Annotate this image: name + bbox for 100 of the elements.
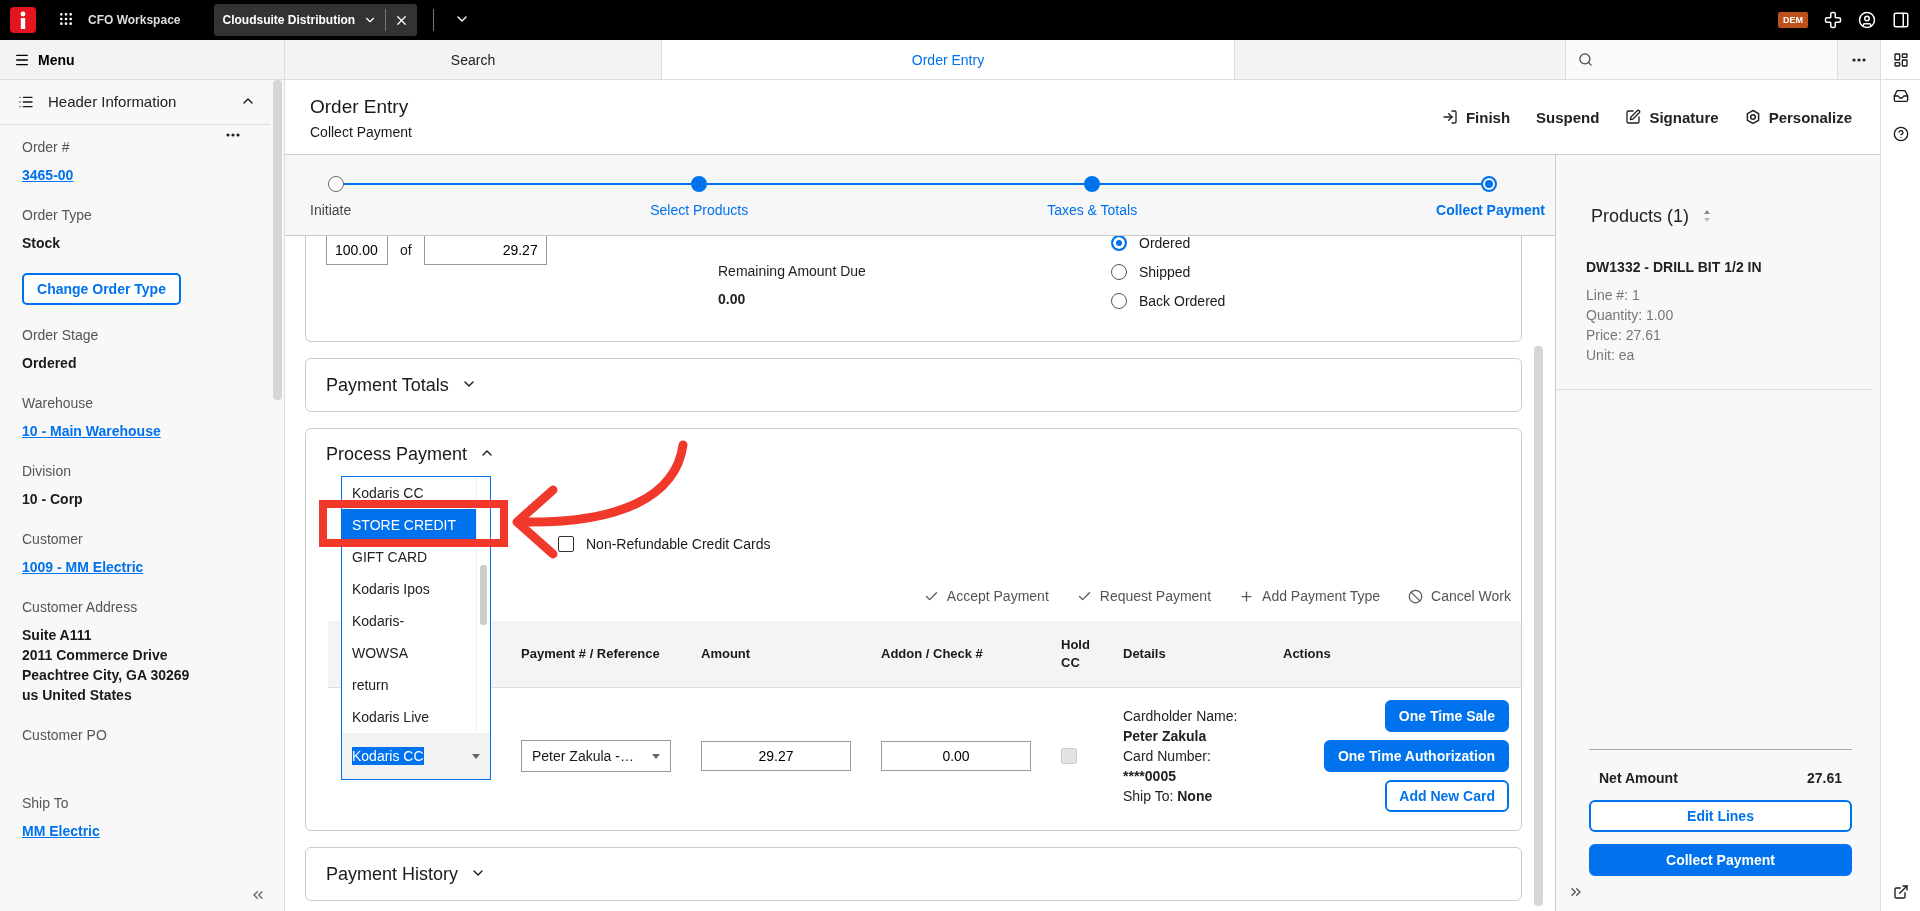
tab[interactable]: Order Entry	[662, 40, 1235, 79]
product-detail: Line #: 1	[1586, 286, 1641, 305]
stage-radio[interactable]: Ordered	[1111, 236, 1501, 251]
more-icon[interactable]	[226, 133, 240, 137]
field-value: 10 - Corp	[22, 490, 84, 509]
payment-action[interactable]: Request Payment	[1076, 586, 1212, 606]
payment-action[interactable]: Cancel Work	[1408, 586, 1511, 606]
column-header: Payment # / Reference	[521, 645, 660, 663]
stage-radio[interactable]: Back Ordered	[1111, 293, 1501, 309]
of-label: of	[400, 241, 412, 260]
panel-button[interactable]: Edit Lines	[1589, 800, 1852, 832]
toolbar-action[interactable]: Suspend	[1536, 108, 1600, 126]
address-text: Suite A111 2011 Commerce Drive Peachtree City, GA 30269 us United States	[22, 626, 191, 705]
page-subtitle: Collect Payment	[310, 124, 412, 140]
field-value: Stock	[22, 234, 62, 253]
detail-text: Card Number:	[1123, 747, 1212, 766]
user-icon[interactable]	[1858, 11, 1876, 29]
section-title: Header Information	[48, 92, 177, 112]
payment-action[interactable]: Add Payment Type	[1239, 586, 1381, 606]
type-dropdown[interactable]: Kodaris CC STORE CREDIT GIFT CARD Kodaris Ipos Kodaris- WOWSA return Kodaris Live Kodaris CC	[341, 476, 491, 780]
field-link[interactable]: 3465-00	[22, 167, 74, 183]
net-label: Net Amount	[1599, 769, 1678, 788]
toolbar-action[interactable]: Signature	[1625, 108, 1719, 126]
scrollbar-thumb[interactable]	[272, 80, 282, 400]
caret-icon	[652, 753, 660, 759]
step-label: Collect Payment	[1436, 202, 1545, 218]
workspace-name: CFO Workspace	[88, 13, 181, 27]
step-label: Select Products	[650, 202, 749, 218]
section-title: Payment Totals	[326, 374, 449, 396]
panel-icon[interactable]	[1892, 11, 1910, 29]
layout-icon[interactable]	[1892, 51, 1909, 68]
panel-button[interactable]: Collect Payment	[1589, 844, 1852, 876]
product-name: DW1332 - DRILL BIT 1/2 IN	[1586, 259, 1762, 275]
app-tab[interactable]: Cloudsuite Distribution	[214, 4, 418, 36]
reference-select[interactable]: Peter Zakula -…	[521, 740, 671, 772]
total-field[interactable]: 29.27	[423, 236, 547, 265]
cancel-icon	[1408, 588, 1424, 604]
field-label: Order Stage	[22, 326, 100, 345]
product-detail: Price: 27.61	[1586, 326, 1662, 345]
field-link[interactable]: 10 - Main Warehouse	[22, 423, 161, 439]
field-label: Ship To	[22, 794, 70, 813]
inbox-icon[interactable]	[1892, 88, 1909, 104]
detail-text: Cardholder Name:	[1123, 707, 1238, 726]
hold-checkbox[interactable]	[1061, 748, 1077, 764]
app-logo[interactable]	[10, 7, 36, 33]
scrollbar-thumb[interactable]	[480, 565, 487, 625]
change-order-type-button[interactable]: Change Order Type	[22, 273, 181, 305]
cross-icon[interactable]	[1824, 11, 1842, 29]
field-label: Customer	[22, 530, 84, 549]
toolbar-action[interactable]: Finish	[1441, 108, 1511, 126]
more-icon	[1852, 57, 1866, 62]
sort-icon[interactable]	[1703, 209, 1712, 223]
edit-icon	[1625, 109, 1642, 125]
percent-field[interactable]: 100.00	[326, 236, 388, 265]
action-button[interactable]: One Time Sale	[1384, 700, 1509, 732]
field-label: Warehouse	[22, 394, 95, 413]
product-detail: Quantity: 1.00	[1586, 306, 1675, 325]
panel-title: Products (1)	[1591, 206, 1690, 226]
dropdown-option[interactable]: STORE CREDIT	[342, 509, 476, 541]
net-value: 27.61	[1806, 769, 1842, 788]
detail-text: Peter Zakula	[1123, 727, 1208, 746]
addon-field[interactable]: 0.00	[881, 741, 1031, 771]
checkbox-option[interactable]: Non-Refundable Credit Cards	[558, 536, 1521, 552]
detail-text: ****0005	[1123, 767, 1177, 786]
field-label: Customer Address	[22, 598, 139, 617]
amount-field[interactable]: 29.27	[701, 741, 851, 771]
step-label: Taxes & Totals	[1047, 202, 1138, 218]
search-field[interactable]	[1565, 40, 1838, 79]
list-icon	[18, 94, 34, 110]
search-icon	[1578, 52, 1593, 67]
scrollbar-thumb[interactable]	[1534, 346, 1543, 906]
hexagon-icon	[1744, 109, 1761, 125]
section-title: Payment History	[326, 863, 459, 885]
step-label: Initiate	[310, 202, 352, 218]
page-title: Order Entry	[310, 95, 410, 119]
detail-text: Ship To: None	[1123, 787, 1214, 806]
stage-radio[interactable]: Shipped	[1111, 264, 1501, 280]
plus-icon	[1239, 588, 1255, 604]
selected-value: Kodaris CC	[352, 747, 424, 765]
field-link[interactable]: MM Electric	[22, 823, 100, 839]
field-label: Division	[22, 462, 72, 481]
external-link-icon[interactable]	[1892, 884, 1909, 900]
field-value: Ordered	[22, 354, 78, 373]
action-button[interactable]: Add New Card	[1385, 780, 1509, 812]
payment-action[interactable]: Accept Payment	[923, 586, 1049, 606]
field-label: Order #	[22, 138, 71, 157]
product-detail: Unit: ea	[1586, 346, 1636, 365]
section-title: Process Payment	[326, 443, 468, 465]
field-link[interactable]: 1009 - MM Electric	[22, 559, 144, 575]
product-item[interactable]: DW1332 - DRILL BIT 1/2 IN Line #: 1 Quantity: 1.00 Price: 27.61 Unit: ea	[1556, 243, 1872, 390]
sign-in-icon	[1441, 109, 1458, 125]
toolbar-action[interactable]: Personalize	[1744, 108, 1852, 126]
remaining-label: Remaining Amount Due	[718, 262, 867, 281]
column-header: Hold CC	[1061, 636, 1091, 672]
apps-icon[interactable]	[58, 10, 74, 27]
user-badge[interactable]: DEM	[1778, 12, 1808, 28]
action-button[interactable]: One Time Authorization	[1323, 740, 1509, 772]
help-icon[interactable]	[1892, 126, 1909, 142]
caret-icon	[472, 753, 480, 759]
remaining-value: 0.00	[718, 290, 747, 309]
